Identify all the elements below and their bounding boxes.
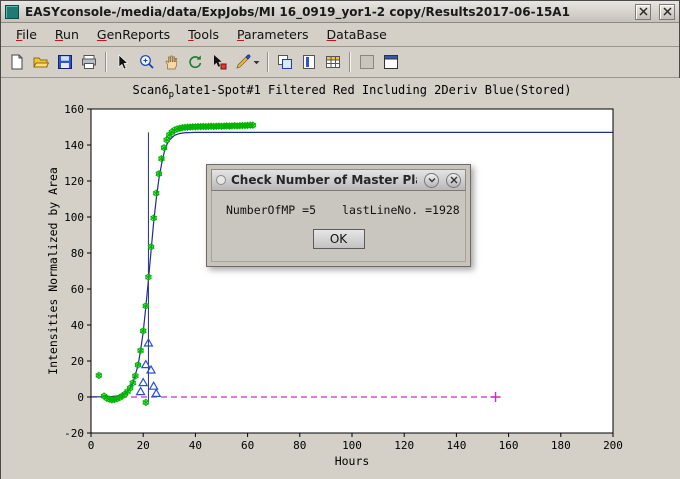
- svg-text:60: 60: [71, 283, 84, 296]
- svg-text:160: 160: [499, 439, 519, 452]
- svg-text:180: 180: [551, 439, 571, 452]
- toolbar-separator: [267, 52, 269, 72]
- colorbar-button[interactable]: [297, 50, 321, 74]
- toolbar-separator: [105, 52, 107, 72]
- dialog-body: NumberOfMP =5 lastLineNo. =1928 OK: [211, 191, 466, 262]
- zoom-in-icon: [138, 53, 156, 71]
- menu-bar: File Run GenReports Tools Parameters Dat…: [1, 23, 679, 47]
- rotate-tool-button[interactable]: [183, 50, 207, 74]
- figure-area: 0 20 40 60 80 100 120 140 160 180 200 -20 0 20 40 60 80 1…: [1, 78, 680, 479]
- dialog-message: NumberOfMP =5 lastLineNo. =1928: [226, 203, 451, 217]
- menu-tools[interactable]: Tools: [179, 24, 228, 45]
- menu-database[interactable]: DataBase: [318, 24, 396, 45]
- svg-text:Hours: Hours: [335, 454, 370, 468]
- menu-parameters[interactable]: Parameters: [228, 24, 318, 45]
- rotate-icon: [186, 53, 204, 71]
- close-icon: [450, 176, 458, 184]
- svg-text:200: 200: [603, 439, 623, 452]
- menu-run[interactable]: Run: [46, 24, 88, 45]
- svg-text:120: 120: [64, 175, 84, 188]
- svg-text:100: 100: [342, 439, 362, 452]
- svg-text:80: 80: [71, 247, 84, 260]
- print-icon: [80, 53, 98, 71]
- blank-swatch-icon: [358, 53, 376, 71]
- new-document-icon: [8, 53, 26, 71]
- ok-button[interactable]: OK: [313, 229, 365, 249]
- svg-text:40: 40: [71, 319, 84, 332]
- pan-hand-tool-button[interactable]: [159, 50, 183, 74]
- save-icon: [56, 53, 74, 71]
- close-button[interactable]: [659, 4, 675, 20]
- window-frame-icon: [382, 53, 400, 71]
- svg-text:160: 160: [64, 103, 84, 116]
- svg-text:20: 20: [71, 355, 84, 368]
- svg-text:80: 80: [293, 439, 306, 452]
- svg-text:60: 60: [241, 439, 254, 452]
- app-window: EASYconsole-/media/data/ExpJobs/MI 16_09…: [0, 0, 680, 479]
- copy-figure-button[interactable]: [273, 50, 297, 74]
- menu-genreports[interactable]: GenReports: [88, 24, 179, 45]
- new-document-button[interactable]: [5, 50, 29, 74]
- svg-text:40: 40: [189, 439, 202, 452]
- toolbar: [1, 47, 679, 78]
- dialog-minimize-button[interactable]: [424, 173, 439, 188]
- brush-icon: [234, 53, 252, 71]
- dialog-title: Check Number of Master Pla: [231, 173, 417, 187]
- brush-tool-button[interactable]: [231, 50, 263, 74]
- print-button[interactable]: [77, 50, 101, 74]
- colorbar-icon: [300, 53, 318, 71]
- window-frame-button[interactable]: [379, 50, 403, 74]
- svg-text:140: 140: [64, 139, 84, 152]
- dialog-icon: [216, 175, 226, 185]
- maximize-button[interactable]: [635, 4, 651, 20]
- app-icon: [5, 5, 19, 19]
- chart-canvas[interactable]: 0 20 40 60 80 100 120 140 160 180 200 -20 0 20 40 60 80 1…: [1, 78, 680, 479]
- svg-text:140: 140: [446, 439, 466, 452]
- chevron-down-icon: [428, 176, 436, 184]
- data-cursor-icon: [210, 53, 228, 71]
- pan-hand-icon: [162, 53, 180, 71]
- dialog-message-right: lastLineNo. =1928: [342, 203, 460, 217]
- data-cursor-tool-button[interactable]: [207, 50, 231, 74]
- window-titlebar[interactable]: EASYconsole-/media/data/ExpJobs/MI 16_09…: [1, 1, 679, 23]
- close-icon: [663, 7, 672, 16]
- open-folder-icon: [32, 53, 50, 71]
- svg-text:100: 100: [64, 211, 84, 224]
- svg-text:Intensities Normalized by Area: Intensities Normalized by Area: [46, 167, 60, 375]
- brush-dropdown-icon: [253, 53, 260, 71]
- blank-swatch-button[interactable]: [355, 50, 379, 74]
- dialog-message-left: NumberOfMP =5: [226, 203, 316, 217]
- zoom-in-tool-button[interactable]: [135, 50, 159, 74]
- dialog-close-button[interactable]: [446, 173, 461, 188]
- svg-text:-20: -20: [64, 427, 84, 440]
- menu-file[interactable]: File: [7, 24, 46, 45]
- svg-text:20: 20: [137, 439, 150, 452]
- cursor-tool-button[interactable]: [111, 50, 135, 74]
- open-folder-button[interactable]: [29, 50, 53, 74]
- dialog-titlebar[interactable]: Check Number of Master Pla: [211, 169, 466, 191]
- svg-text:0: 0: [88, 439, 95, 452]
- table-button[interactable]: [321, 50, 345, 74]
- copy-figure-icon: [276, 53, 294, 71]
- svg-text:Scan6plate1-Spot#1 Filtered Re: Scan6plate1-Spot#1 Filtered Red Includin…: [133, 83, 572, 100]
- svg-text:120: 120: [394, 439, 414, 452]
- check-number-dialog: Check Number of Master Pla NumberOfMP =5…: [206, 164, 471, 267]
- toolbar-separator: [349, 52, 351, 72]
- svg-text:0: 0: [77, 391, 84, 404]
- save-button[interactable]: [53, 50, 77, 74]
- table-icon: [324, 53, 342, 71]
- cursor-icon: [114, 53, 132, 71]
- window-title: EASYconsole-/media/data/ExpJobs/MI 16_09…: [25, 5, 627, 19]
- maximize-icon: [639, 7, 648, 16]
